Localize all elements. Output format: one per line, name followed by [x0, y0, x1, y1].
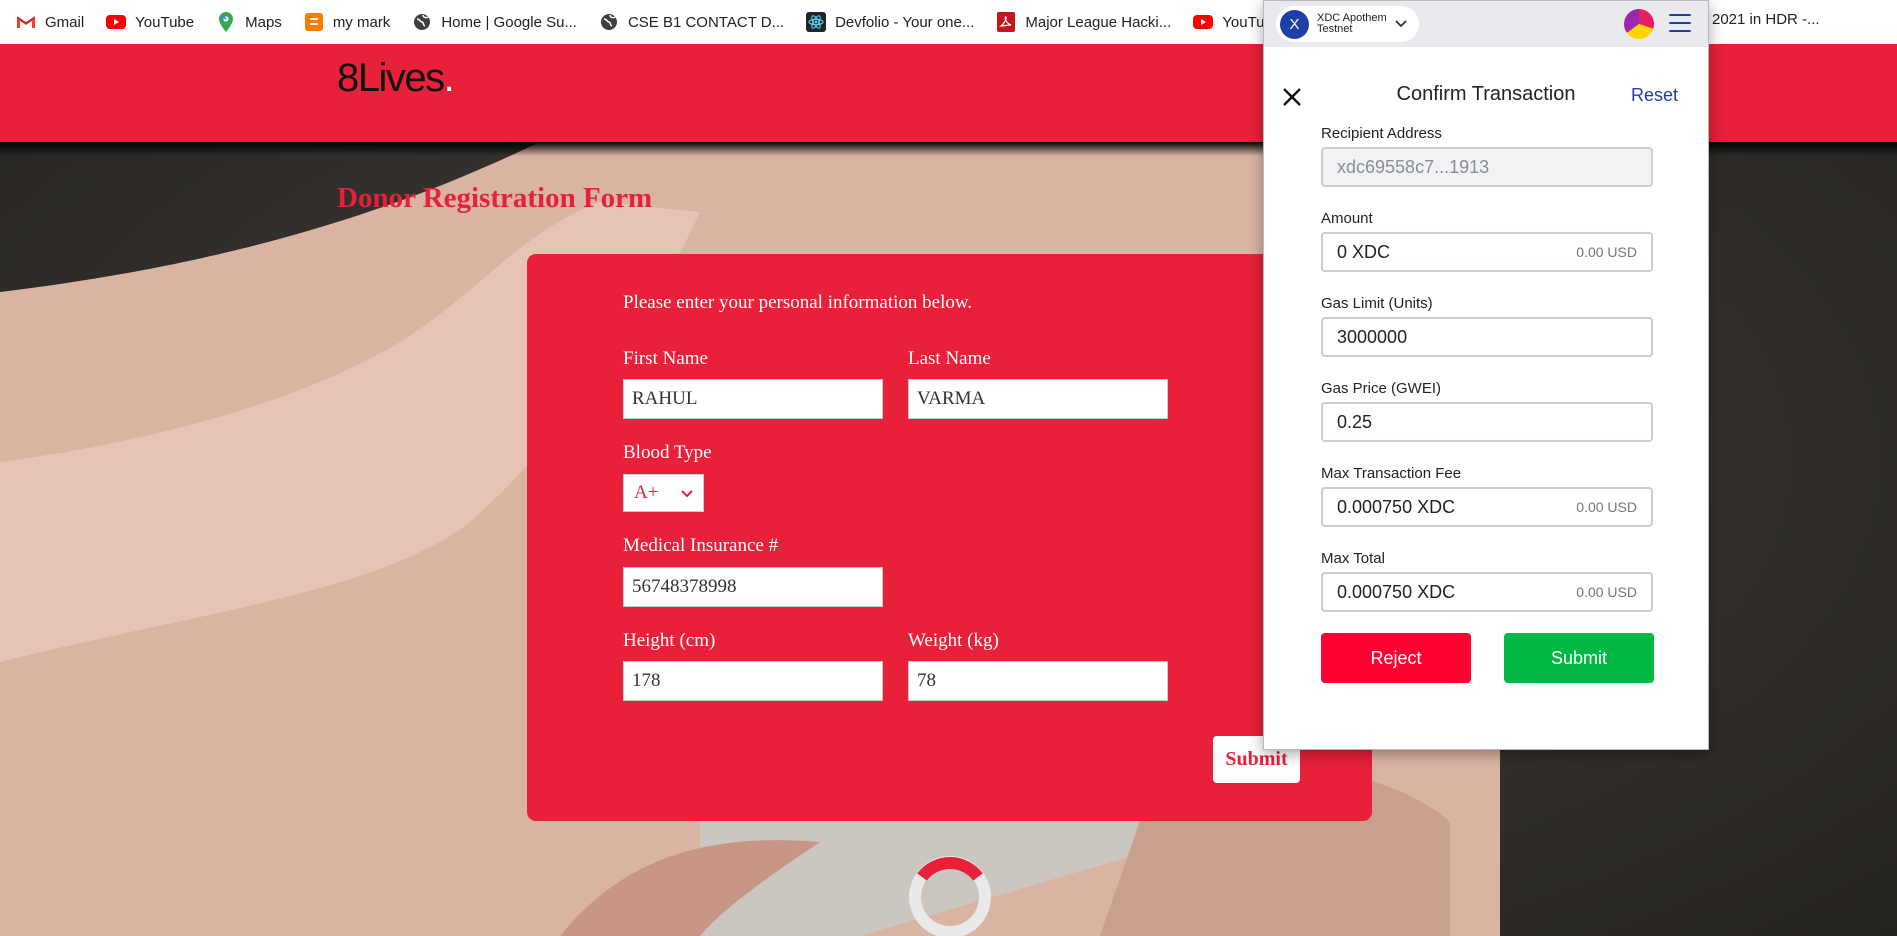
first-name-label: First Name — [623, 348, 708, 369]
bookmark-my-mark[interactable]: my mark — [304, 12, 391, 32]
max-fee-usd: 0.00 USD — [1576, 499, 1637, 515]
logo-text: 8Lives — [337, 56, 445, 100]
form-title: Donor Registration Form — [337, 182, 653, 214]
network-selector[interactable]: X XDC Apothem Testnet — [1276, 6, 1419, 42]
blood-type-label: Blood Type — [623, 442, 712, 463]
bookmark-gmail[interactable]: Gmail — [16, 12, 84, 32]
max-total-display: 0.000750 XDC 0.00 USD — [1321, 572, 1653, 612]
weight-input[interactable]: 78 — [908, 661, 1168, 701]
gas-price-label: Gas Price (GWEI) — [1321, 380, 1442, 397]
blood-type-select[interactable]: A+ — [623, 474, 704, 512]
height-label: Height (cm) — [623, 630, 716, 651]
bookmark-label: my mark — [332, 13, 391, 31]
height-value: 178 — [632, 670, 661, 691]
gas-limit-field: Gas Limit (Units) 3000000 — [1321, 295, 1653, 357]
insurance-input[interactable]: 56748378998 — [623, 567, 883, 607]
account-avatar[interactable] — [1624, 9, 1654, 39]
last-name-value: VARMA — [917, 388, 986, 409]
chevron-down-icon — [681, 482, 693, 504]
logo-dot: . — [443, 56, 455, 100]
amount-label: Amount — [1321, 210, 1373, 227]
reject-button[interactable]: Reject — [1321, 633, 1471, 683]
maps-icon — [216, 12, 236, 32]
max-total-usd: 0.00 USD — [1576, 584, 1637, 600]
loading-spinner-icon — [909, 856, 991, 936]
bookmark-label: Home | Google Su... — [441, 13, 577, 31]
gas-price-field: Gas Price (GWEI) 0.25 — [1321, 380, 1653, 442]
gas-limit-value: 3000000 — [1337, 326, 1408, 347]
bookmark-mlh[interactable]: Major League Hacki... — [996, 12, 1171, 32]
globe-icon — [599, 12, 619, 32]
bookmark-label: Maps — [245, 13, 282, 31]
max-fee-label: Max Transaction Fee — [1321, 465, 1462, 482]
react-icon — [806, 12, 827, 32]
weight-label: Weight (kg) — [908, 630, 999, 651]
gas-limit-label: Gas Limit (Units) — [1321, 295, 1433, 312]
bookmark-devfolio[interactable]: Devfolio - Your one... — [806, 12, 974, 32]
max-fee-value: 0.000750 XDC — [1337, 496, 1456, 517]
insurance-value: 56748378998 — [632, 576, 737, 597]
gas-price-value: 0.25 — [1337, 411, 1373, 432]
form-intro: Please enter your personal information b… — [623, 292, 973, 313]
max-fee-field: Max Transaction Fee 0.000750 XDC 0.00 US… — [1321, 465, 1653, 527]
blood-type-value: A+ — [634, 482, 659, 503]
amount-value: 0 XDC — [1337, 241, 1391, 262]
hamburger-menu-icon[interactable] — [1669, 14, 1691, 32]
bookmark-google-sites[interactable]: Home | Google Su... — [412, 12, 577, 32]
recipient-label: Recipient Address — [1321, 125, 1442, 142]
site-logo[interactable]: 8Lives. — [337, 56, 455, 101]
network-name-line2: Testnet — [1317, 23, 1353, 35]
insurance-label: Medical Insurance # — [623, 535, 779, 556]
recipient-value: xdc69558c7...1913 — [1337, 156, 1490, 177]
bookmark-label: YouTube — [135, 13, 195, 31]
gmail-icon — [16, 12, 36, 32]
chevron-down-icon — [1395, 15, 1407, 33]
network-name: XDC Apothem Testnet — [1317, 13, 1387, 35]
network-icon: X — [1280, 9, 1309, 39]
network-icon-letter: X — [1289, 15, 1300, 33]
max-total-label: Max Total — [1321, 550, 1385, 567]
youtube-icon — [106, 12, 127, 32]
bookmark-maps[interactable]: Maps — [216, 12, 282, 32]
recipient-input: xdc69558c7...1913 — [1321, 147, 1653, 187]
reset-button[interactable]: Reset — [1631, 85, 1678, 106]
amount-usd: 0.00 USD — [1576, 244, 1637, 260]
wallet-topbar: X XDC Apothem Testnet — [1264, 1, 1708, 47]
submit-button[interactable]: Submit — [1504, 633, 1654, 683]
youtube-icon — [1193, 12, 1214, 32]
first-name-value: RAHUL — [632, 388, 698, 409]
blogger-icon — [304, 12, 324, 32]
weight-value: 78 — [917, 670, 936, 691]
max-total-value: 0.000750 XDC — [1337, 581, 1456, 602]
recipient-field: Recipient Address xdc69558c7...1913 — [1321, 125, 1653, 187]
bookmark-cse-contact[interactable]: CSE B1 CONTACT D... — [599, 12, 784, 32]
amount-field: Amount 0 XDC 0.00 USD — [1321, 210, 1653, 272]
registration-card: Please enter your personal information b… — [527, 254, 1372, 821]
bookmark-label: Gmail — [45, 13, 85, 31]
bookmark-label: Devfolio - Your one... — [835, 13, 975, 31]
bookmark-label: Major League Hacki... — [1025, 13, 1172, 31]
last-name-label: Last Name — [908, 348, 991, 369]
globe-icon — [412, 12, 432, 32]
bookmark-youtube[interactable]: YouTube — [106, 12, 194, 32]
pdf-icon — [996, 12, 1016, 32]
bookmark-label: CSE B1 CONTACT D... — [627, 13, 785, 31]
amount-input[interactable]: 0 XDC 0.00 USD — [1321, 232, 1653, 272]
gas-price-input[interactable]: 0.25 — [1321, 402, 1653, 442]
height-input[interactable]: 178 — [623, 661, 883, 701]
wallet-popup: X XDC Apothem Testnet Confirm Transactio… — [1263, 0, 1709, 750]
max-fee-display: 0.000750 XDC 0.00 USD — [1321, 487, 1653, 527]
last-name-input[interactable]: VARMA — [908, 379, 1168, 419]
first-name-input[interactable]: RAHUL — [623, 379, 883, 419]
gas-limit-input[interactable]: 3000000 — [1321, 317, 1653, 357]
max-total-field: Max Total 0.000750 XDC 0.00 USD — [1321, 550, 1653, 612]
bookmark-overflow[interactable]: 2021 in HDR -... — [1712, 11, 1820, 28]
